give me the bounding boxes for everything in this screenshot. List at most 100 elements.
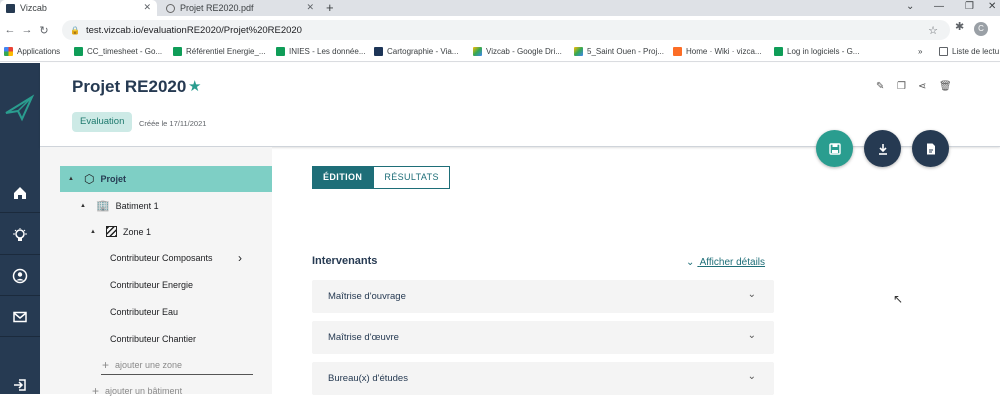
chevron-down-icon: ⌄ [686,257,695,268]
sidebar-item-account[interactable] [0,256,40,296]
created-date: Créée le 17/11/2021 [139,119,207,128]
bookmark-label: Applications [17,47,61,56]
app-sidebar [0,63,40,394]
project-header: Projet RE2020 ★ Evaluation Créée le 17/1… [40,63,1000,147]
browser-tab-title: Projet RE2020.pdf [180,3,254,13]
tree-item-zone[interactable]: ▲ Zone 1 [90,226,151,237]
sheets-icon [74,47,83,56]
tree-item-label: Batiment 1 [115,200,159,211]
view-toggle: ÉDITION RÉSULTATS [312,166,450,189]
new-tab-button[interactable]: + [326,0,334,15]
vizcab-favicon-icon [6,3,15,13]
bookmark-applications[interactable]: Applications [4,47,60,56]
tree-item-contributor[interactable]: Contributeur Energie [110,280,193,290]
collapse-caret-icon[interactable]: ▲ [80,203,86,209]
back-icon[interactable]: ← [3,24,17,36]
tab-edition[interactable]: ÉDITION [312,166,374,189]
save-button[interactable] [816,130,853,167]
favorite-star-icon[interactable]: ★ [188,77,201,95]
url-input[interactable]: 🔒 test.vizcab.io/evaluationRE2020/Projet… [62,20,950,40]
section-title: Intervenants [312,255,378,267]
bookmark-star-icon[interactable]: ☆ [928,24,938,37]
reading-list-icon [939,47,948,56]
add-zone-button[interactable]: + ajouter une zone [102,358,182,372]
download-icon [878,143,887,155]
reading-list[interactable]: Liste de lectu [939,47,999,56]
add-building-button[interactable]: + ajouter un bâtiment [92,384,182,398]
accordion-bureau-etudes[interactable]: Bureau(x) d'études ⌄ [312,362,774,395]
forward-icon[interactable]: → [20,24,34,36]
accordion-maitrise-ouvrage[interactable]: Maîtrise d'ouvrage ⌄ [312,280,774,313]
chevron-down-icon: ⌄ [747,330,756,341]
tree-item-building[interactable]: ▲ 🏢 Batiment 1 [80,199,159,212]
bookmark-item[interactable]: Log in logiciels - G... [774,47,859,56]
browser-tab-title: Vizcab [20,3,47,13]
bookmark-label: INIES - Les donnée... [289,47,366,56]
save-icon [828,142,841,155]
tree-item-contributor[interactable]: Contributeur Chantier [110,334,196,344]
close-tab-icon[interactable]: ✕ [143,2,151,13]
reload-icon[interactable]: ↻ [37,24,51,37]
share-icon[interactable]: ⋖ [918,81,926,92]
bookmark-item[interactable]: CC_timesheet - Go... [74,47,162,56]
tree-item-label: Projet [100,174,126,184]
sheets-icon [774,47,783,56]
bookmark-label: Home · Wiki · vizca... [686,47,762,56]
sidebar-item-logout[interactable] [0,365,40,405]
extensions-icon[interactable]: ✱ [955,20,964,33]
browser-tab-vizcab[interactable]: Vizcab ✕ [0,0,157,16]
map-icon [374,47,383,56]
accordion-label: Bureau(x) d'études [328,373,408,384]
chevron-right-icon: › [238,251,242,265]
bookmark-label: 5_Saint Ouen - Proj... [587,47,664,56]
close-window-icon[interactable]: ✕ [988,0,996,14]
bookmark-item[interactable]: Cartographie - Via... [374,47,458,56]
lightbulb-icon [13,227,27,241]
bookmark-item[interactable]: Vizcab - Google Dri... [473,47,562,56]
gitlab-icon [673,47,682,56]
bookmark-item[interactable]: Référentiel Energie_... [173,47,266,56]
bookmark-label: Cartographie - Via... [387,47,459,56]
restore-window-icon[interactable]: ❐ [965,0,974,14]
tree-item-label: Contributeur Chantier [110,334,197,344]
plus-icon: + [92,384,100,398]
user-circle-icon [12,268,28,283]
edit-pencil-icon[interactable]: ✎ [876,81,884,92]
delete-trash-icon[interactable]: 🗑 [939,81,952,92]
bookmark-label: Référentiel Energie_... [186,47,266,56]
download-button[interactable] [864,130,901,167]
export-pdf-button[interactable] [912,130,949,167]
profile-avatar[interactable]: C [974,22,988,36]
sheets-icon [276,47,285,56]
bookmark-item[interactable]: Home · Wiki · vizca... [673,47,762,56]
url-text: test.vizcab.io/evaluationRE2020/Projet%2… [85,24,302,36]
close-tab-icon[interactable]: ✕ [306,2,314,13]
mouse-cursor-icon: ↖ [893,292,904,306]
duplicate-icon[interactable]: ❐ [897,81,906,92]
project-tree: ▲ ⬡ Projet ▲ 🏢 Batiment 1 ▲ Zone 1 Contr… [40,147,272,398]
sidebar-item-home[interactable] [0,173,40,213]
tree-item-label: Zone 1 [122,226,151,237]
tree-item-contributor[interactable]: Contributeur Eau [110,307,178,317]
bookmark-item[interactable]: INIES - Les donnée... [276,47,366,56]
apps-grid-icon [4,47,13,56]
sidebar-item-mail[interactable] [0,297,40,337]
mail-icon [13,311,27,322]
plus-icon: + [102,358,110,372]
vizcab-logo-icon[interactable] [4,93,36,123]
sidebar-item-ideas[interactable] [0,215,40,255]
show-details-link[interactable]: ⌄ Afficher détails [686,257,765,268]
accordion-maitrise-oeuvre[interactable]: Maîtrise d'œuvre ⌄ [312,321,774,354]
minimize-window-icon[interactable]: ⌄ [906,0,914,14]
minimize-icon[interactable]: — [934,0,944,14]
tree-item-contributor[interactable]: Contributeur Composants › [110,251,272,265]
tab-results[interactable]: RÉSULTATS [373,166,450,189]
tree-item-project[interactable]: ▲ ⬡ Projet [60,166,272,192]
collapse-caret-icon[interactable]: ▲ [68,176,74,182]
reading-list-label: Liste de lectu [952,47,1000,56]
tree-item-label: Contributeur Composants [110,253,213,263]
collapse-caret-icon[interactable]: ▲ [90,229,96,235]
browser-tab-pdf[interactable]: Projet RE2020.pdf ✕ [160,0,320,16]
bookmark-item[interactable]: 5_Saint Ouen - Proj... [574,47,664,56]
bookmarks-overflow[interactable]: » [918,47,922,56]
